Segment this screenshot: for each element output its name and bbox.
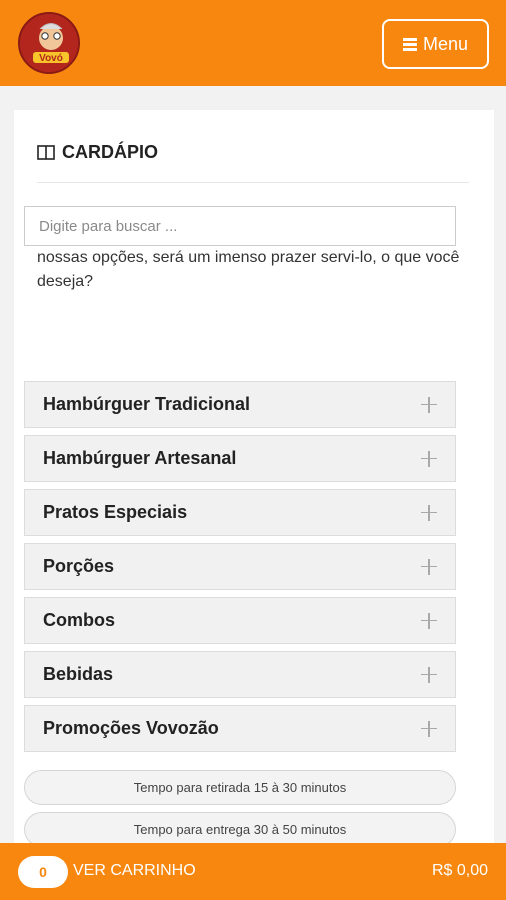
plus-icon[interactable]: [421, 666, 437, 683]
cart-total: R$ 0,00: [431, 862, 488, 879]
category-hamburguer-tradicional[interactable]: Hambúrguer Tradicional: [24, 381, 456, 428]
cart-count-badge: 0: [18, 856, 68, 888]
category-combos[interactable]: Combos: [24, 597, 456, 644]
plus-icon[interactable]: [421, 504, 437, 521]
book-icon: [37, 144, 55, 160]
page-title-text: CARDÁPIO: [62, 141, 159, 162]
category-porcoes[interactable]: Porções: [24, 543, 456, 590]
category-hamburguer-artesanal[interactable]: Hambúrguer Artesanal: [24, 435, 456, 482]
plus-icon[interactable]: [421, 450, 437, 467]
cart-bar[interactable]: 0 VER CARRINHO R$ 0,00: [0, 843, 506, 900]
category-label: Pratos Especiais: [43, 502, 188, 522]
hamburger-menu-icon: [402, 38, 417, 51]
category-label: Porções: [43, 556, 115, 576]
plus-icon[interactable]: [421, 612, 437, 629]
delivery-time-badge: Tempo para entrega 30 à 50 minutos: [24, 812, 456, 847]
category-label: Hambúrguer Artesanal: [43, 448, 237, 468]
plus-icon[interactable]: [421, 558, 437, 575]
top-bar: Vovó Menu: [0, 0, 506, 86]
category-label: Bebidas: [43, 664, 114, 684]
category-promocoes-vovozao[interactable]: Promoções Vovozão: [24, 705, 456, 752]
pickup-time-badge: Tempo para retirada 15 à 30 minutos: [24, 770, 456, 805]
category-label: Hambúrguer Tradicional: [43, 394, 251, 414]
category-label: Promoções Vovozão: [43, 718, 219, 738]
view-cart-label[interactable]: VER CARRINHO: [73, 862, 196, 880]
category-bebidas[interactable]: Bebidas: [24, 651, 456, 698]
logo-text: Vovó: [39, 53, 63, 64]
logo-image: Vovó: [20, 14, 78, 72]
page-title: CARDÁPIO: [37, 140, 158, 164]
menu-button-label: Menu: [422, 33, 469, 54]
brand-logo[interactable]: Vovó: [18, 12, 80, 74]
search-input[interactable]: [24, 206, 456, 246]
menu-button[interactable]: Menu: [382, 19, 489, 69]
plus-icon[interactable]: [421, 396, 437, 413]
divider: [37, 182, 469, 183]
category-pratos-especiais[interactable]: Pratos Especiais: [24, 489, 456, 536]
category-label: Combos: [43, 610, 115, 630]
plus-icon[interactable]: [421, 720, 437, 737]
